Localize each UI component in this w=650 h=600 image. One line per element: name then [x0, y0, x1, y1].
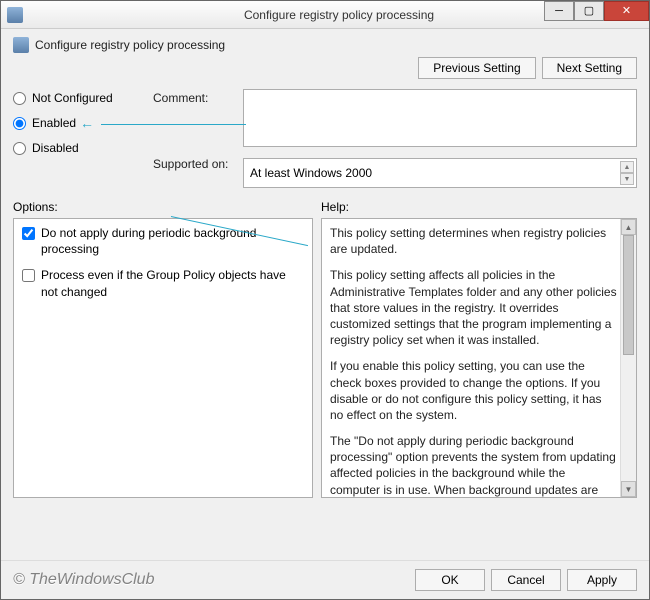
supported-label: Supported on: — [153, 155, 243, 171]
help-p4: The "Do not apply during periodic backgr… — [330, 433, 618, 498]
radio-enabled-label: Enabled — [32, 116, 76, 130]
spin-up-icon[interactable]: ▲ — [620, 161, 634, 173]
minimize-button[interactable]: ─ — [544, 1, 574, 21]
dialog-content: Configure registry policy processing Pre… — [1, 29, 649, 498]
radio-disabled-input[interactable] — [13, 142, 26, 155]
supported-spinner: ▲ ▼ — [620, 161, 634, 185]
option-process-unchanged-label: Process even if the Group Policy objects… — [41, 267, 304, 299]
radio-enabled-input[interactable] — [13, 117, 26, 130]
dialog-window: Configure registry policy processing ─ ▢… — [0, 0, 650, 600]
breadcrumb-text: Configure registry policy processing — [35, 38, 225, 52]
config-row: Not Configured Enabled ← Disabled Commen… — [13, 89, 637, 188]
options-header: Options: — [13, 200, 321, 214]
spin-down-icon[interactable]: ▼ — [620, 173, 634, 185]
option-process-unchanged-checkbox[interactable] — [22, 269, 35, 282]
policy-icon — [13, 37, 29, 53]
nav-buttons: Previous Setting Next Setting — [13, 53, 637, 89]
field-inputs: At least Windows 2000 ▲ ▼ — [243, 89, 637, 188]
annotation-arrow-icon: ← — [80, 115, 94, 131]
panels: Do not apply during periodic background … — [13, 218, 637, 498]
comment-label: Comment: — [153, 89, 243, 105]
option-no-background[interactable]: Do not apply during periodic background … — [22, 225, 304, 257]
scroll-down-icon[interactable]: ▼ — [621, 481, 636, 497]
scroll-up-icon[interactable]: ▲ — [621, 219, 636, 235]
option-no-background-label: Do not apply during periodic background … — [41, 225, 304, 257]
radio-disabled[interactable]: Disabled — [13, 141, 153, 155]
radio-not-configured-label: Not Configured — [32, 91, 113, 105]
window-controls: ─ ▢ ✕ — [544, 1, 649, 21]
radio-not-configured[interactable]: Not Configured — [13, 91, 153, 105]
maximize-button[interactable]: ▢ — [574, 1, 604, 21]
help-panel: This policy setting determines when regi… — [321, 218, 637, 498]
previous-setting-button[interactable]: Previous Setting — [418, 57, 535, 79]
ok-button[interactable]: OK — [415, 569, 485, 591]
action-buttons: OK Cancel Apply — [415, 569, 637, 591]
supported-on-text: At least Windows 2000 — [250, 166, 372, 180]
watermark-text: © TheWindowsClub — [13, 571, 154, 589]
option-no-background-checkbox[interactable] — [22, 227, 35, 240]
state-radios: Not Configured Enabled ← Disabled — [13, 89, 153, 188]
cancel-button[interactable]: Cancel — [491, 569, 561, 591]
app-icon — [7, 7, 23, 23]
help-p1: This policy setting determines when regi… — [330, 225, 618, 257]
radio-enabled[interactable]: Enabled ← — [13, 115, 153, 131]
bottom-bar: © TheWindowsClub OK Cancel Apply — [1, 560, 649, 599]
title-bar: Configure registry policy processing ─ ▢… — [1, 1, 649, 29]
apply-button[interactable]: Apply — [567, 569, 637, 591]
close-button[interactable]: ✕ — [604, 1, 649, 21]
radio-disabled-label: Disabled — [32, 141, 79, 155]
help-p3: If you enable this policy setting, you c… — [330, 358, 618, 423]
panel-headers: Options: Help: — [13, 200, 637, 214]
field-labels: Comment: Supported on: — [153, 89, 243, 188]
supported-on-box: At least Windows 2000 ▲ ▼ — [243, 158, 637, 188]
help-p2: This policy setting affects all policies… — [330, 267, 618, 348]
options-panel: Do not apply during periodic background … — [13, 218, 313, 498]
breadcrumb: Configure registry policy processing — [13, 37, 637, 53]
help-header: Help: — [321, 200, 349, 214]
option-process-unchanged[interactable]: Process even if the Group Policy objects… — [22, 267, 304, 299]
scroll-thumb[interactable] — [623, 235, 634, 355]
next-setting-button[interactable]: Next Setting — [542, 57, 637, 79]
help-text: This policy setting determines when regi… — [330, 225, 618, 498]
radio-not-configured-input[interactable] — [13, 92, 26, 105]
help-scrollbar[interactable]: ▲ ▼ — [620, 219, 636, 497]
comment-textarea[interactable] — [243, 89, 637, 147]
